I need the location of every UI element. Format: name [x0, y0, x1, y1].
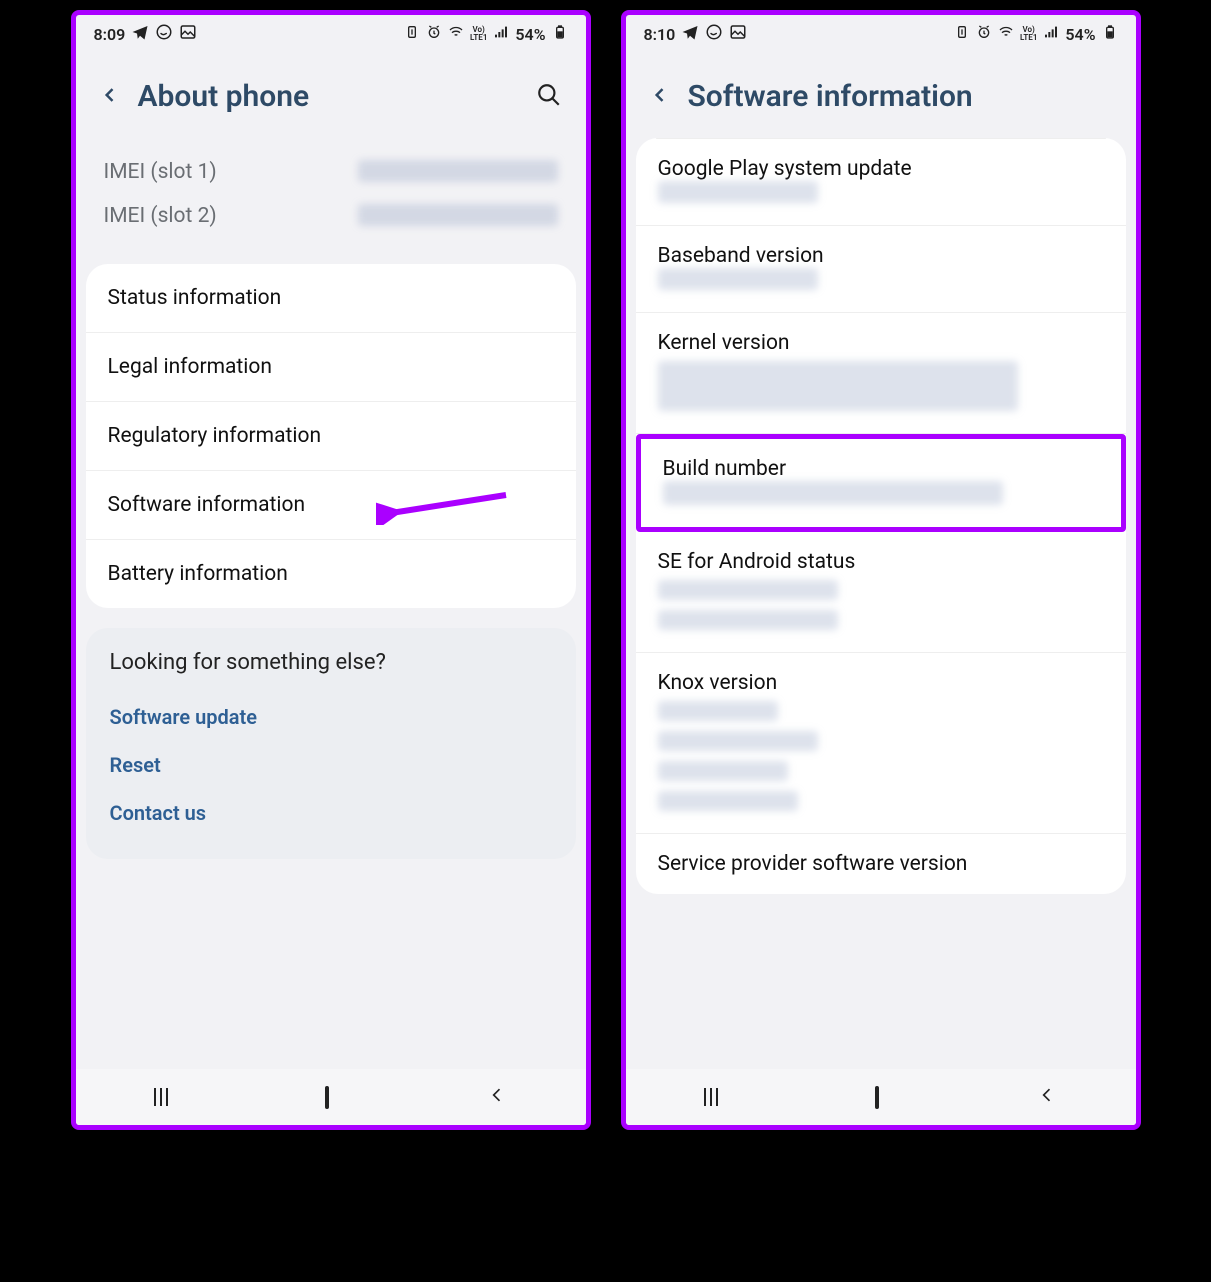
battery-icon — [1102, 24, 1118, 44]
nav-bar — [76, 1069, 586, 1125]
baseband-version-row[interactable]: Baseband version — [636, 226, 1126, 313]
row-label: Knox version — [658, 671, 1104, 695]
header: Software information — [626, 49, 1136, 134]
annotation-arrow-icon — [376, 485, 516, 525]
nav-back-icon[interactable] — [487, 1085, 507, 1109]
row-label: Legal information — [108, 355, 272, 379]
signal-icon — [1043, 24, 1059, 44]
page-title: Software information — [688, 79, 1112, 114]
alarm-icon — [976, 24, 992, 44]
row-label: Baseband version — [658, 244, 1104, 268]
legal-information-row[interactable]: Legal information — [86, 333, 576, 402]
se-for-android-status-row[interactable]: SE for Android status — [636, 532, 1126, 653]
back-icon[interactable] — [650, 85, 670, 109]
imei-slot2-row[interactable]: IMEI (slot 2) — [104, 194, 558, 238]
imei-slot1-label: IMEI (slot 1) — [104, 160, 217, 184]
row-value-blurred — [658, 268, 818, 290]
suggest-heading: Looking for something else? — [110, 650, 552, 675]
volte-icon: Vo)LTE1 — [470, 26, 487, 42]
service-provider-software-version-row[interactable]: Service provider software version — [636, 834, 1126, 894]
about-phone-card: Status information Legal information Reg… — [86, 264, 576, 608]
row-value-blurred — [658, 791, 798, 811]
clock-text: 8:09 — [94, 25, 126, 44]
row-value-blurred — [658, 761, 788, 781]
wifi-icon — [448, 24, 464, 44]
knox-version-row[interactable]: Knox version — [636, 653, 1126, 834]
home-icon[interactable] — [325, 1088, 329, 1107]
kernel-version-row[interactable]: Kernel version — [636, 313, 1126, 434]
row-label: SE for Android status — [658, 550, 1104, 574]
row-label: Build number — [663, 457, 1099, 481]
row-value-blurred — [658, 361, 1018, 411]
row-value-blurred — [658, 181, 818, 203]
imei-slot2-value-blurred — [358, 204, 558, 226]
whatsapp-icon — [155, 23, 173, 45]
build-number-row[interactable]: Build number — [636, 434, 1126, 532]
back-icon[interactable] — [100, 85, 120, 109]
imei-section: IMEI (slot 1) IMEI (slot 2) — [76, 134, 586, 264]
telegram-icon — [131, 23, 149, 45]
row-value-blurred — [658, 731, 818, 751]
status-bar: 8:10 Vo)LTE1 54% — [626, 15, 1136, 49]
search-icon[interactable] — [536, 82, 562, 112]
gallery-icon — [729, 23, 747, 45]
home-icon[interactable] — [875, 1088, 879, 1107]
status-information-row[interactable]: Status information — [86, 264, 576, 333]
row-label: Status information — [108, 286, 282, 310]
row-label: Google Play system update — [658, 157, 1104, 181]
imei-slot1-row[interactable]: IMEI (slot 1) — [104, 150, 558, 194]
clock-text: 8:10 — [644, 25, 676, 44]
gallery-icon — [179, 23, 197, 45]
battery-saver-icon — [954, 24, 970, 44]
contact-us-link[interactable]: Contact us — [110, 789, 552, 837]
recent-apps-icon[interactable] — [704, 1088, 718, 1106]
nav-bar — [626, 1069, 1136, 1125]
software-information-row[interactable]: Software information — [86, 471, 576, 540]
row-label: Regulatory information — [108, 424, 322, 448]
nav-back-icon[interactable] — [1037, 1085, 1057, 1109]
row-label: Kernel version — [658, 331, 1104, 355]
whatsapp-icon — [705, 23, 723, 45]
reset-link[interactable]: Reset — [110, 741, 552, 789]
status-bar: 8:09 Vo)LTE1 54% — [76, 15, 586, 49]
recent-apps-icon[interactable] — [154, 1088, 168, 1106]
battery-saver-icon — [404, 24, 420, 44]
row-label: Software information — [108, 493, 306, 517]
battery-information-row[interactable]: Battery information — [86, 540, 576, 608]
battery-icon — [552, 24, 568, 44]
software-update-link[interactable]: Software update — [110, 693, 552, 741]
battery-text: 54% — [515, 25, 545, 44]
phone-left: 8:09 Vo)LTE1 54% About phone — [71, 10, 591, 1130]
imei-slot1-value-blurred — [358, 160, 558, 182]
volte-icon: Vo)LTE1 — [1020, 26, 1037, 42]
signal-icon — [493, 24, 509, 44]
row-value-blurred — [663, 481, 1003, 505]
alarm-icon — [426, 24, 442, 44]
row-label: Service provider software version — [658, 852, 1104, 876]
battery-text: 54% — [1065, 25, 1095, 44]
software-info-card: Google Play system update Baseband versi… — [636, 138, 1126, 894]
phone-right: 8:10 Vo)LTE1 54% Software information Go… — [621, 10, 1141, 1130]
suggestions-card: Looking for something else? Software upd… — [86, 628, 576, 859]
wifi-icon — [998, 24, 1014, 44]
telegram-icon — [681, 23, 699, 45]
google-play-system-update-row[interactable]: Google Play system update — [636, 139, 1126, 226]
row-value-blurred — [658, 701, 778, 721]
row-value-blurred — [658, 580, 838, 600]
header: About phone — [76, 49, 586, 134]
imei-slot2-label: IMEI (slot 2) — [104, 204, 217, 228]
regulatory-information-row[interactable]: Regulatory information — [86, 402, 576, 471]
page-title: About phone — [138, 79, 518, 114]
row-label: Battery information — [108, 562, 288, 586]
row-value-blurred — [658, 610, 838, 630]
